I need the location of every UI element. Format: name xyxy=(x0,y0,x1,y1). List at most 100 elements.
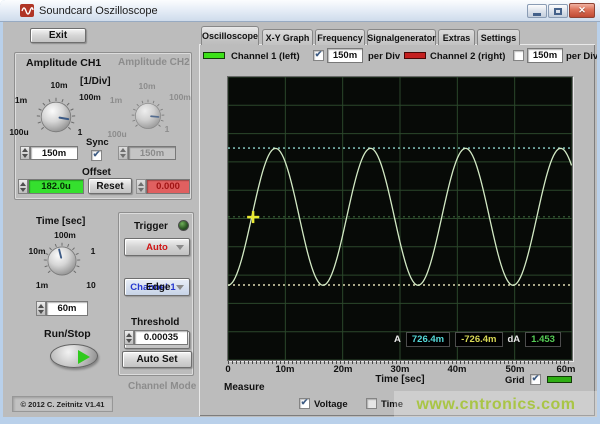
ch2-offset-spinner[interactable] xyxy=(136,179,146,194)
auto-set-button[interactable]: Auto Set xyxy=(122,351,192,368)
channel2-checkbox[interactable] xyxy=(513,50,524,61)
maximize-button[interactable] xyxy=(548,4,568,18)
channel1-scale-field[interactable]: 150m xyxy=(327,48,363,63)
ch1-value-spinner[interactable] xyxy=(20,146,30,160)
cursor-b-value: -726.4m xyxy=(455,332,502,347)
trigger-led xyxy=(178,220,189,231)
maximize-icon xyxy=(554,8,562,15)
trigger-mode-dropdown[interactable]: Auto xyxy=(124,238,190,256)
x-tick-40m: 40m xyxy=(437,364,477,375)
ch1-offset-field[interactable]: 182.0u xyxy=(28,179,84,194)
run-stop-button[interactable] xyxy=(50,344,98,368)
channel1-checkbox[interactable] xyxy=(313,50,324,61)
channel2-label: Channel 2 (right) xyxy=(430,51,505,62)
time-scale-1: 1 xyxy=(86,246,100,256)
time-scale-10: 10 xyxy=(82,280,100,290)
amplitude-ch2-title: Amplitude CH2 xyxy=(118,57,190,68)
amplitude-ch2-knob[interactable] xyxy=(131,99,165,133)
cursor-a-value: 726.4m xyxy=(406,332,450,347)
channel1-per-div-label: per Div xyxy=(368,51,400,62)
ch2-value-spinner[interactable] xyxy=(118,146,128,160)
time-title: Time [sec] xyxy=(36,216,85,227)
watermark: www.cntronics.com xyxy=(394,391,598,419)
ch1-scale-1m: 1m xyxy=(10,95,32,105)
amplitude-unit-label: [1/Div] xyxy=(80,76,111,87)
x-tick-50m: 50m xyxy=(495,364,535,375)
x-axis-title: Time [sec] xyxy=(360,374,440,385)
channel2-per-div-label: per Div xyxy=(566,51,598,62)
channel-mode-label: Channel Mode xyxy=(128,381,196,392)
measure-title: Measure xyxy=(224,382,265,393)
threshold-spinner[interactable] xyxy=(124,330,134,345)
ch2-offset-field: 0.000 xyxy=(146,179,190,194)
tab-signalgenerator[interactable]: Signalgenerator xyxy=(367,29,436,45)
threshold-label: Threshold xyxy=(131,317,179,328)
sync-label: Sync xyxy=(86,137,109,148)
trigger-mode-value: Auto xyxy=(146,242,168,253)
tab-extras[interactable]: Extras xyxy=(438,29,475,45)
app-window: Soundcard Oszilloscope ✕ Exit Amplitude … xyxy=(0,0,600,424)
channel1-label: Channel 1 (left) xyxy=(231,51,300,62)
chevron-down-icon xyxy=(176,285,184,290)
offset-label: Offset xyxy=(82,167,111,178)
copyright-text: © 2012 C. Zeitnitz V1.41 xyxy=(12,396,113,412)
ch1-scale-100u: 100u xyxy=(4,127,34,137)
chevron-down-icon xyxy=(176,245,184,250)
close-icon: ✕ xyxy=(578,5,586,16)
time-knob[interactable] xyxy=(43,242,81,280)
voltage-checkbox[interactable] xyxy=(299,398,310,409)
grid-color-swatch xyxy=(547,376,572,383)
ch1-value-field[interactable]: 150m xyxy=(30,146,78,160)
trigger-title: Trigger xyxy=(134,221,168,232)
time-value-spinner[interactable] xyxy=(36,301,46,316)
ch2-value-field: 150m xyxy=(128,146,176,160)
tab-settings[interactable]: Settings xyxy=(477,29,520,45)
play-icon xyxy=(78,350,90,364)
voltage-label: Voltage xyxy=(314,399,348,410)
tab-xy-graph[interactable]: X-Y Graph xyxy=(262,29,313,45)
app-icon xyxy=(20,3,35,18)
amplitude-ch1-title: Amplitude CH1 xyxy=(26,57,101,69)
ch2-scale-100m: 100m xyxy=(164,92,196,102)
ch1-scale-10m: 10m xyxy=(46,80,72,90)
ch2-scale-1m: 1m xyxy=(105,95,127,105)
grid-checkbox[interactable] xyxy=(530,374,541,385)
ch1-scale-100m: 100m xyxy=(74,92,106,102)
cursor-a-label: A xyxy=(394,334,401,345)
time-checkbox[interactable] xyxy=(366,398,377,409)
minimize-button[interactable] xyxy=(527,4,547,18)
tab-oscilloscope[interactable]: Oscilloscope xyxy=(201,26,259,45)
window-border-bottom xyxy=(0,417,600,424)
scope-display[interactable]: A 726.4m -726.4m dA 1.453 xyxy=(227,76,573,361)
edge-label: Edge xyxy=(146,282,170,293)
x-tick-20m: 20m xyxy=(323,364,363,375)
window-title: Soundcard Oszilloscope xyxy=(39,5,158,17)
delta-a-label: dA xyxy=(508,334,521,345)
title-bar[interactable]: Soundcard Oszilloscope ✕ xyxy=(0,0,600,22)
cursor-readout: A 726.4m -726.4m dA 1.453 xyxy=(394,331,561,348)
x-tick-60m: 60m xyxy=(546,364,586,375)
amplitude-ch1-knob[interactable] xyxy=(36,97,76,137)
close-button[interactable]: ✕ xyxy=(569,3,595,18)
tab-frequency[interactable]: Frequency xyxy=(315,29,365,45)
ch1-offset-spinner[interactable] xyxy=(18,179,28,194)
channel2-color-swatch xyxy=(404,52,426,59)
window-border-left xyxy=(0,22,3,417)
grid-label: Grid xyxy=(505,375,525,386)
x-tick-0: 0 xyxy=(208,364,248,375)
time-value-field[interactable]: 60m xyxy=(46,301,88,316)
watermark-text: www.cntronics.com xyxy=(416,396,575,414)
time-scale-1m: 1m xyxy=(31,280,53,290)
delta-a-value: 1.453 xyxy=(525,332,561,347)
exit-button[interactable]: Exit xyxy=(30,28,86,43)
minimize-icon xyxy=(533,13,541,16)
waveform-canvas[interactable] xyxy=(228,77,572,360)
run-stop-label: Run/Stop xyxy=(44,328,91,340)
channel1-color-swatch xyxy=(203,52,225,59)
offset-reset-button[interactable]: Reset xyxy=(88,178,132,194)
channel2-scale-field[interactable]: 150m xyxy=(527,48,563,63)
threshold-field[interactable]: 0.00035 xyxy=(134,330,188,345)
time-scale-100m: 100m xyxy=(48,230,82,240)
ch2-scale-10m: 10m xyxy=(134,81,160,91)
sync-checkbox[interactable] xyxy=(91,150,102,161)
